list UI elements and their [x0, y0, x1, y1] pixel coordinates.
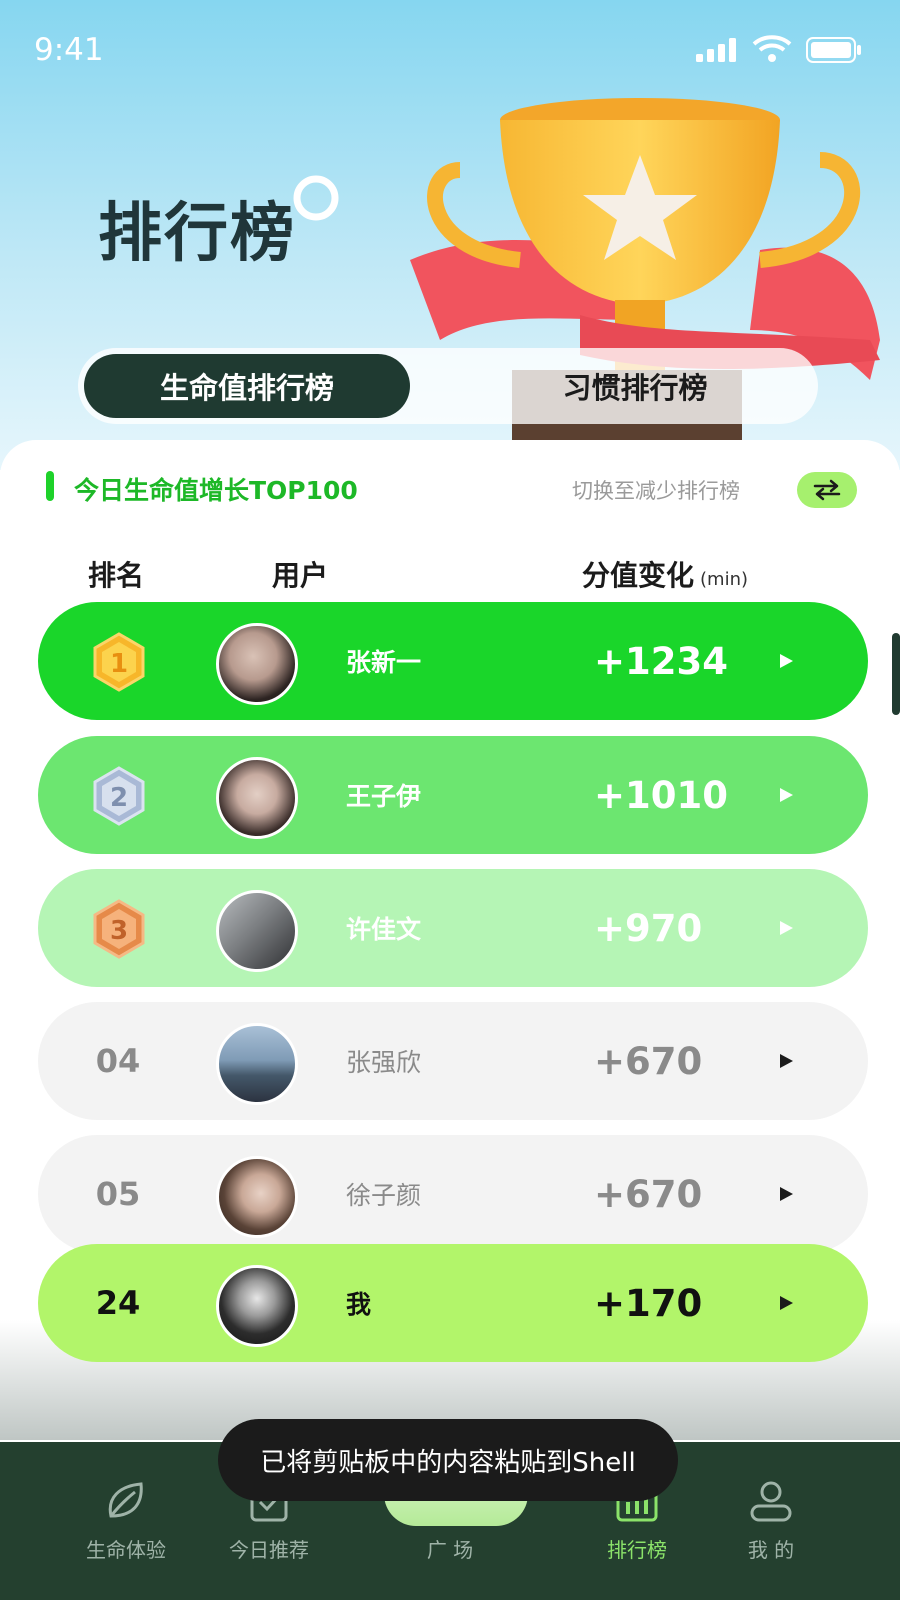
score-change: +670 — [594, 1039, 703, 1083]
silver-medal-icon: 2 — [93, 766, 145, 826]
my-ranking-row[interactable]: 24 我 +170 — [38, 1244, 868, 1362]
user-name: 我 — [346, 1290, 372, 1319]
signal-icon — [696, 38, 736, 62]
page-title: 排行榜 — [98, 197, 296, 271]
status-bar: 9:41 — [0, 0, 900, 100]
column-header-user: 用户 — [272, 559, 329, 592]
ranking-row[interactable]: 05 徐子颜 +670 — [38, 1135, 868, 1253]
nav-item-mine[interactable]: 我 的 — [711, 1478, 831, 1563]
column-header-rank: 排名 — [88, 559, 145, 592]
rank-number: 24 — [95, 1284, 141, 1322]
hero-banner: 9:41 排行榜 生命值排行榜 习惯排行榜 — [0, 0, 900, 470]
nav-label: 今日推荐 — [229, 1538, 309, 1562]
scrollbar[interactable] — [892, 633, 900, 715]
avatar[interactable] — [216, 1156, 298, 1238]
switch-ranking-button[interactable] — [797, 472, 857, 508]
battery-icon — [806, 37, 861, 63]
play-icon[interactable] — [776, 918, 796, 938]
score-change: +170 — [594, 1281, 703, 1325]
gold-medal-icon: 1 — [93, 632, 145, 692]
avatar[interactable] — [216, 1265, 298, 1347]
user-name: 王子伊 — [346, 782, 422, 811]
play-icon[interactable] — [776, 1184, 796, 1204]
nav-label: 排行榜 — [607, 1538, 667, 1562]
rank-number: 04 — [95, 1042, 141, 1080]
tab-habit-ranking[interactable]: 习惯排行榜 — [470, 354, 800, 418]
tab-life-value-ranking[interactable]: 生命值排行榜 — [84, 354, 410, 418]
column-header-unit: (min) — [700, 569, 749, 590]
nav-label: 广 场 — [426, 1538, 474, 1562]
play-icon[interactable] — [776, 651, 796, 671]
toast-message: 已将剪贴板中的内容粘贴到Shell — [218, 1419, 678, 1501]
wifi-icon — [752, 35, 792, 62]
svg-text:1: 1 — [110, 649, 128, 679]
score-change: +970 — [594, 906, 703, 950]
avatar[interactable] — [216, 757, 298, 839]
ranking-row[interactable]: 1 张新一 +1234 — [38, 602, 868, 720]
rank-number: 05 — [95, 1175, 141, 1213]
bronze-medal-icon: 3 — [93, 899, 145, 959]
ranking-row[interactable]: 3 许佳文 +970 — [38, 869, 868, 987]
ranking-row[interactable]: 04 张强欣 +670 — [38, 1002, 868, 1120]
section-title: 今日生命值增长TOP100 — [74, 476, 358, 505]
person-icon — [750, 1481, 792, 1522]
avatar[interactable] — [216, 1023, 298, 1105]
switch-ranking-label[interactable]: 切换至减少排行榜 — [572, 475, 740, 505]
swap-arrows-icon — [813, 479, 841, 501]
nav-label: 我 的 — [747, 1538, 795, 1562]
score-change: +670 — [594, 1172, 703, 1216]
play-icon[interactable] — [776, 785, 796, 805]
status-time: 9:41 — [34, 32, 104, 68]
user-name: 徐子颜 — [346, 1181, 422, 1210]
avatar[interactable] — [216, 623, 298, 705]
column-header-score-label: 分值变化 — [582, 559, 695, 592]
score-change: +1234 — [594, 639, 728, 683]
ranking-row[interactable]: 2 王子伊 +1010 — [38, 736, 868, 854]
user-name: 张新一 — [346, 648, 422, 677]
nav-item-life-experience[interactable]: 生命体验 — [66, 1478, 186, 1563]
play-icon[interactable] — [776, 1051, 796, 1071]
section-marker — [46, 471, 54, 501]
ranking-tabs: 生命值排行榜 习惯排行榜 — [78, 348, 818, 424]
decorative-ring-icon — [293, 175, 339, 221]
svg-text:3: 3 — [110, 916, 128, 946]
nav-label: 生命体验 — [86, 1538, 166, 1562]
avatar[interactable] — [216, 890, 298, 972]
leaf-icon — [108, 1482, 143, 1518]
play-icon[interactable] — [776, 1293, 796, 1313]
column-header-score: 分值变化 (min) — [582, 554, 748, 594]
score-change: +1010 — [594, 773, 728, 817]
user-name: 张强欣 — [346, 1048, 422, 1077]
svg-text:2: 2 — [110, 783, 128, 813]
user-name: 许佳文 — [346, 915, 422, 944]
